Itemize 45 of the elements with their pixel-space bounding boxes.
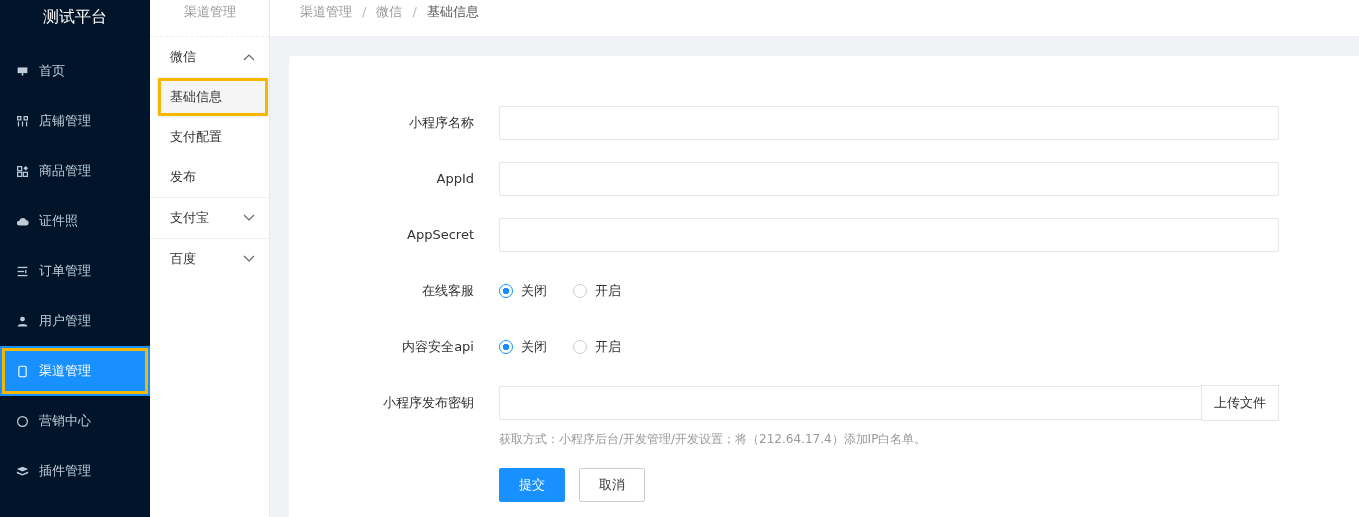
board-icon: [16, 64, 29, 78]
list-icon: [16, 264, 29, 278]
breadcrumb-separator: /: [362, 3, 367, 21]
submenu-item[interactable]: 发布: [150, 157, 269, 197]
sidebar-item[interactable]: 证件照: [0, 196, 150, 246]
sidebar-item[interactable]: 插件管理: [0, 446, 150, 496]
user-icon: [16, 314, 29, 328]
submenu-group[interactable]: 百度: [150, 239, 269, 279]
app-title: 测试平台: [42, 6, 108, 28]
radio-option[interactable]: 关闭: [499, 338, 547, 356]
sidebar-item[interactable]: 商品管理: [0, 146, 150, 196]
apps-icon: [16, 164, 29, 178]
sidebar-item[interactable]: 营销中心: [0, 396, 150, 446]
submenu-item[interactable]: 基础信息: [157, 77, 269, 117]
input-field[interactable]: [499, 386, 1201, 420]
sidebar-item[interactable]: 订单管理: [0, 246, 150, 296]
sidebar-item[interactable]: 店铺管理: [0, 96, 150, 146]
field-label: 小程序发布密钥: [382, 394, 474, 412]
radio-option[interactable]: 开启: [573, 282, 621, 300]
hint-text: 获取方式：小程序后台/开发管理/开发设置；将（212.64.17.4）添加IP白名单。: [499, 431, 928, 448]
sidebar-item[interactable]: 首页: [0, 46, 150, 96]
field-label: 小程序名称: [408, 114, 474, 132]
field-label: AppSecret: [406, 226, 474, 244]
radio-option[interactable]: 开启: [573, 338, 621, 356]
radio-option[interactable]: 关闭: [499, 282, 547, 300]
layers-icon: [16, 464, 29, 478]
input-field[interactable]: [499, 106, 1279, 140]
grid-icon: [16, 114, 29, 128]
input-field[interactable]: [499, 218, 1279, 252]
field-label: 内容安全api: [401, 338, 474, 356]
radio-checked[interactable]: [499, 340, 513, 354]
field-label: AppId: [435, 170, 474, 188]
sidebar-item[interactable]: 用户管理: [0, 296, 150, 346]
submenu-title: 渠道管理: [150, 0, 269, 37]
radio-checked[interactable]: [499, 284, 513, 298]
field-label: 在线客服: [421, 282, 474, 300]
input-field[interactable]: [499, 162, 1279, 196]
submenu-group[interactable]: 微信: [150, 37, 269, 77]
submenu-item[interactable]: 支付配置: [150, 117, 269, 157]
submenu-group[interactable]: 支付宝: [150, 198, 269, 238]
breadcrumb-separator: /: [412, 3, 417, 21]
phone-icon: [16, 364, 29, 378]
upload-button[interactable]: 上传文件: [1201, 385, 1279, 421]
breadcrumb-item: 基础信息: [426, 3, 479, 21]
cancel-button[interactable]: 取消: [579, 468, 645, 502]
